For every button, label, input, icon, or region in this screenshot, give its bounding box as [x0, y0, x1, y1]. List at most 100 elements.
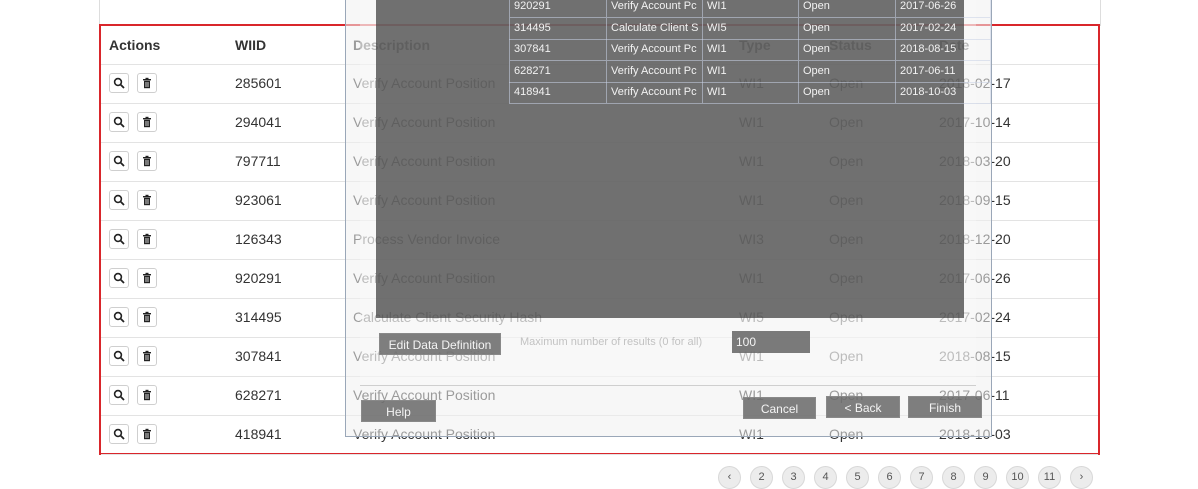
table-row: 307841 Verify Account Position WI1 Open 2018… [101, 337, 1098, 377]
table-row: 126343 Process Vendor Invoice WI3 Open 2018-… [101, 220, 1098, 260]
cell-description: Verify Account Position [353, 75, 496, 91]
cell-description: Verify Account Position [353, 192, 496, 208]
trash-icon[interactable] [137, 112, 157, 132]
cell-date: 2017-02-24 [939, 309, 1011, 325]
cell-type: WI1 [739, 153, 764, 169]
cell-wiid: 126343 [235, 231, 282, 247]
cell-type: WI1 [739, 114, 764, 130]
cell-status: Open [829, 270, 864, 286]
panel-top-edge [99, 0, 1101, 26]
header-description[interactable]: Description [353, 26, 430, 65]
trash-icon[interactable] [137, 424, 157, 444]
search-icon[interactable] [109, 268, 129, 288]
cell-wiid: 923061 [235, 192, 282, 208]
cell-date: 2018-12-20 [939, 231, 1011, 247]
cell-status: Open [829, 426, 864, 442]
trash-icon[interactable] [137, 307, 157, 327]
table-row: 920291 Verify Account Position WI1 Open 2017… [101, 259, 1098, 299]
cell-date: 2017-06-26 [939, 270, 1011, 286]
cell-status: Open [829, 309, 864, 325]
cell-wiid: 294041 [235, 114, 282, 130]
cell-status: Open [829, 192, 864, 208]
cell-wiid: 307841 [235, 348, 282, 364]
cell-status: Open [829, 153, 864, 169]
table-row: 797711 Verify Account Position WI1 Open 2018… [101, 142, 1098, 182]
trash-icon[interactable] [137, 346, 157, 366]
pager-next-button[interactable]: › [1070, 466, 1093, 489]
cell-date: 2018-08-15 [939, 348, 1011, 364]
pager-page-8[interactable]: 8 [942, 466, 965, 489]
cell-wiid: 285601 [235, 75, 282, 91]
table-row: 628271 Verify Account Position WI1 Open 2017… [101, 376, 1098, 416]
pager-page-11[interactable]: 11 [1038, 466, 1061, 489]
cell-date: 2018-02-17 [939, 75, 1011, 91]
pager-page-4[interactable]: 4 [814, 466, 837, 489]
pager-page-10[interactable]: 10 [1006, 466, 1029, 489]
cell-description: Calculate Client Security Hash [353, 309, 543, 325]
header-date[interactable]: Date [939, 26, 969, 65]
cell-status: Open [829, 114, 864, 130]
table-header-row: Actions WIID Description Type Status Dat… [101, 26, 1098, 65]
trash-icon[interactable] [137, 268, 157, 288]
trash-icon[interactable] [137, 229, 157, 249]
pager-page-5[interactable]: 5 [846, 466, 869, 489]
cell-description: Process Vendor Invoice [353, 231, 501, 247]
header-status[interactable]: Status [829, 26, 872, 65]
trash-icon[interactable] [137, 385, 157, 405]
cell-date: 2018-09-15 [939, 192, 1011, 208]
pager-page-9[interactable]: 9 [974, 466, 997, 489]
search-icon[interactable] [109, 190, 129, 210]
header-type[interactable]: Type [739, 26, 771, 65]
cell-description: Verify Account Position [353, 387, 496, 403]
table-row: 314495 Calculate Client Security Hash WI5 O… [101, 298, 1098, 338]
cell-status: Open [829, 387, 864, 403]
table-row: 294041 Verify Account Position WI1 Open 2017… [101, 103, 1098, 143]
cell-wiid: 418941 [235, 426, 282, 442]
header-actions: Actions [109, 37, 161, 53]
search-icon[interactable] [109, 151, 129, 171]
pager-page-7[interactable]: 7 [910, 466, 933, 489]
cell-wiid: 314495 [235, 309, 282, 325]
cell-type: WI1 [739, 426, 764, 442]
table-row: 285601 Verify Account Position WI1 Open 2018… [101, 64, 1098, 104]
search-icon[interactable] [109, 385, 129, 405]
cell-description: Verify Account Position [353, 426, 496, 442]
cell-date: 2017-06-11 [939, 387, 1010, 403]
pager-prev-button[interactable]: ‹ [718, 466, 741, 489]
cell-date: 2017-10-14 [939, 114, 1011, 130]
search-icon[interactable] [109, 307, 129, 327]
search-icon[interactable] [109, 346, 129, 366]
header-wiid[interactable]: WIID [235, 26, 266, 65]
cell-description: Verify Account Position [353, 153, 496, 169]
cell-type: WI1 [739, 192, 764, 208]
cell-type: WI1 [739, 387, 764, 403]
cell-date: 2018-10-03 [939, 426, 1011, 442]
cell-type: WI1 [739, 75, 764, 91]
cell-status: Open [829, 231, 864, 247]
work-items-table: Actions WIID Description Type Status Dat… [99, 24, 1100, 455]
cell-description: Verify Account Position [353, 270, 496, 286]
search-icon[interactable] [109, 112, 129, 132]
search-icon[interactable] [109, 229, 129, 249]
cell-date: 2018-03-20 [939, 153, 1011, 169]
trash-icon[interactable] [137, 151, 157, 171]
cell-description: Verify Account Position [353, 348, 496, 364]
cell-status: Open [829, 348, 864, 364]
cell-status: Open [829, 75, 864, 91]
table-row: 418941 Verify Account Position WI1 Open 2018… [101, 415, 1098, 455]
trash-icon[interactable] [137, 190, 157, 210]
cell-type: WI1 [739, 270, 764, 286]
pager-page-3[interactable]: 3 [782, 466, 805, 489]
cell-type: WI5 [739, 309, 764, 325]
trash-icon[interactable] [137, 73, 157, 93]
cell-wiid: 797711 [235, 153, 281, 169]
pager-page-2[interactable]: 2 [750, 466, 773, 489]
search-icon[interactable] [109, 424, 129, 444]
cell-type: WI1 [739, 348, 764, 364]
cell-type: WI3 [739, 231, 764, 247]
cell-wiid: 920291 [235, 270, 282, 286]
pager-page-6[interactable]: 6 [878, 466, 901, 489]
table-row: 923061 Verify Account Position WI1 Open 2018… [101, 181, 1098, 221]
cell-description: Verify Account Position [353, 114, 496, 130]
search-icon[interactable] [109, 73, 129, 93]
